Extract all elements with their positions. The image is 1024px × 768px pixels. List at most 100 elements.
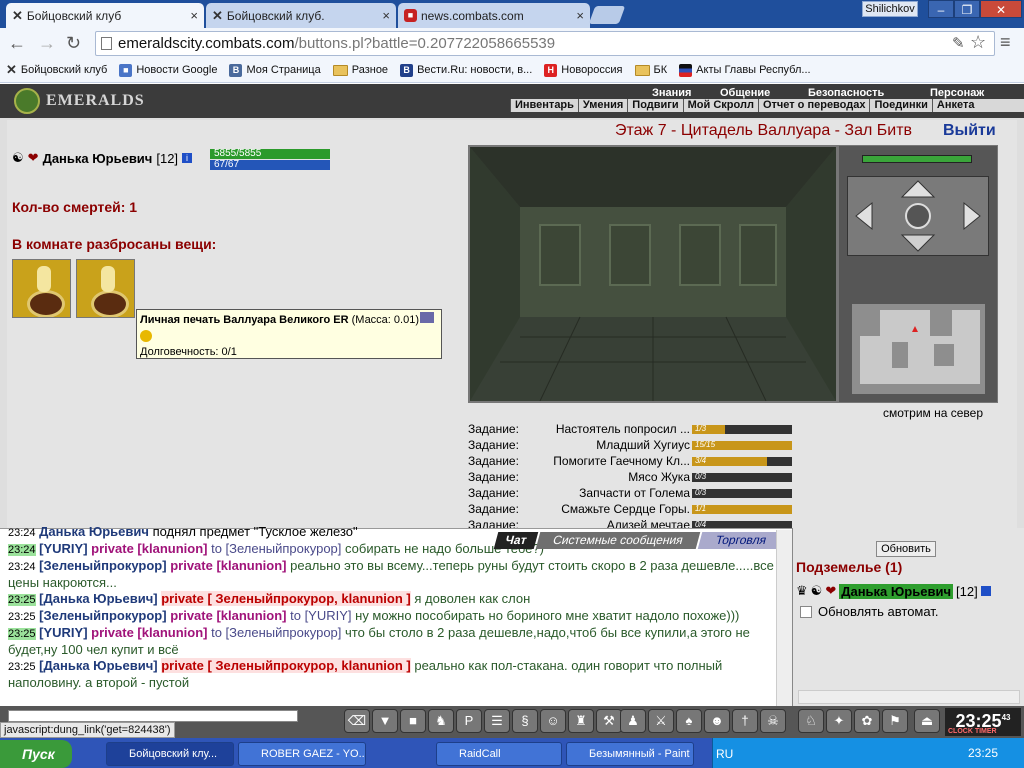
bookmark-combats[interactable]: ✕ Бойцовский клуб <box>6 62 107 78</box>
submenu-battles[interactable]: Поединки <box>869 99 931 112</box>
member-name[interactable]: Данька Юрьевич <box>839 583 954 599</box>
save-icon[interactable]: ■ <box>400 709 426 733</box>
language-indicator[interactable]: RU <box>716 747 733 761</box>
submenu-profile[interactable]: Анкета <box>931 99 979 112</box>
bookmark-acts[interactable]: Акты Главы Республ... <box>679 63 811 77</box>
reload-icon[interactable]: ↻ <box>66 33 81 54</box>
exit-icon[interactable]: ⏏ <box>914 709 940 733</box>
skull-icon[interactable]: ☠ <box>760 709 786 733</box>
eraser-icon[interactable]: ⌫ <box>344 709 370 733</box>
message-author[interactable]: [Зеленыйпрокурор] <box>39 558 166 573</box>
chat-scrollbar[interactable] <box>776 530 792 706</box>
profile-name[interactable]: Shilichkov <box>862 1 918 17</box>
taskbar-item-raidcall[interactable]: RaidCall <box>436 742 562 766</box>
message-author[interactable]: Данька Юрьевич <box>39 524 149 539</box>
forward-icon[interactable]: → <box>38 33 56 54</box>
close-icon[interactable]: × <box>190 8 198 23</box>
chat-input[interactable] <box>8 710 298 722</box>
back-icon[interactable]: ← <box>8 33 26 54</box>
refresh-button[interactable]: Обновить <box>876 541 936 557</box>
rune-icon[interactable]: ✦ <box>826 709 852 733</box>
menu-security[interactable]: Безопасность <box>808 87 884 99</box>
logout-link[interactable]: Выйти <box>943 122 996 140</box>
bookmark-vesti[interactable]: B Вести.Ru: новости, в... <box>400 63 532 77</box>
wrench-icon[interactable]: ✎ <box>952 34 965 52</box>
helmet-icon[interactable]: ♜ <box>568 709 594 733</box>
submenu-transfers[interactable]: Отчет о переводах <box>757 99 870 112</box>
message-author[interactable]: [Зеленыйпрокурор] <box>39 608 166 623</box>
bookmark-folder-misc[interactable]: Разное <box>332 64 388 76</box>
message-author[interactable]: [YURIY] <box>39 625 87 640</box>
quest-row[interactable]: Задание: Младший Хугиус 15/15 <box>468 438 798 453</box>
bookmark-novorossia[interactable]: H Новороссия <box>544 63 623 77</box>
paw-icon[interactable]: ✿ <box>854 709 880 733</box>
private-channel[interactable]: private [klanunion] <box>91 541 207 556</box>
tab-chat[interactable]: Чат <box>493 532 539 549</box>
private-channel[interactable]: private [klanunion] <box>170 558 286 573</box>
bookmark-folder-bk[interactable]: БК <box>634 64 667 76</box>
quest-row[interactable]: Задание: Запчасти от Голема 0/3 <box>468 486 798 501</box>
movement-compass[interactable] <box>847 176 989 256</box>
player-name[interactable]: Данька Юрьевич <box>43 151 153 166</box>
private-icon[interactable]: P <box>456 709 482 733</box>
bookmark-google-news[interactable]: ■ Новости Google <box>119 63 217 77</box>
message-author[interactable]: [YURIY] <box>39 541 87 556</box>
start-button[interactable]: Пуск <box>0 740 72 768</box>
star-icon[interactable]: ☆ <box>970 32 986 53</box>
close-icon[interactable]: × <box>576 8 584 23</box>
message-recipient[interactable]: to [YURIY] <box>287 608 351 623</box>
submenu-skills[interactable]: Умения <box>577 99 627 112</box>
info-icon[interactable]: i <box>182 153 193 163</box>
taskbar-item-youtube[interactable]: ROBER GAEZ - YO... <box>238 742 366 766</box>
quest-row[interactable]: Задание: Настоятель попросил ... 1/3 <box>468 422 798 437</box>
private-channel[interactable]: private [ Зеленыйпрокурор, klanunion ] <box>161 658 411 673</box>
tab-system-messages[interactable]: Системные сообщения <box>535 532 701 549</box>
beast-icon[interactable]: ♘ <box>798 709 824 733</box>
seal-item-2[interactable] <box>76 259 135 318</box>
filter-icon[interactable]: ▼ <box>372 709 398 733</box>
private-channel[interactable]: private [klanunion] <box>91 625 207 640</box>
monk-icon[interactable]: ♟ <box>620 709 646 733</box>
address-bar[interactable]: emeraldscity.combats.com/buttons.pl?batt… <box>95 31 995 56</box>
menu-communication[interactable]: Общение <box>720 87 770 99</box>
auto-refresh-checkbox[interactable] <box>800 605 812 618</box>
bookmark-vk[interactable]: B Моя Страница <box>229 63 321 77</box>
message-author[interactable]: [Данька Юрьевич] <box>39 658 157 673</box>
tools-icon[interactable]: ⚒ <box>596 709 622 733</box>
quest-row[interactable]: Задание: Мясо Жука 0/3 <box>468 470 798 485</box>
smile-icon[interactable]: ☺ <box>540 709 566 733</box>
side-scrollbar[interactable] <box>798 690 1020 704</box>
window-close-button[interactable]: ✕ <box>980 0 1022 18</box>
info-icon[interactable] <box>980 586 991 596</box>
tab-combats-2[interactable]: ✕ Бойцовский клуб. × <box>206 3 396 28</box>
private-channel[interactable]: private [klanunion] <box>170 608 286 623</box>
menu-icon[interactable]: ≡ <box>1000 32 1011 53</box>
maximize-button[interactable]: ❐ <box>954 0 980 18</box>
submenu-achievements[interactable]: Подвиги <box>627 99 682 112</box>
close-icon[interactable]: × <box>382 8 390 23</box>
message-recipient[interactable]: to [Зеленыйпрокурор] <box>207 625 341 640</box>
bag-icon[interactable]: ♠ <box>676 709 702 733</box>
weapon-icon[interactable]: † <box>732 709 758 733</box>
menu-knowledge[interactable]: Знания <box>652 87 691 99</box>
submenu-inventory[interactable]: Инвентарь <box>510 99 578 112</box>
taskbar-item-chrome[interactable]: Бойцовский клу... <box>106 742 234 766</box>
scroll-icon[interactable]: § <box>512 709 538 733</box>
submenu-my-scroll[interactable]: Мой Скролл <box>682 99 758 112</box>
seal-item-1[interactable] <box>12 259 71 318</box>
menu-character[interactable]: Персонаж <box>930 87 984 99</box>
taskbar-item-paint[interactable]: Безымянный - Paint <box>566 742 694 766</box>
auto-refresh-option[interactable]: Обновлять автомат. <box>800 604 938 619</box>
tab-combats-1[interactable]: ✕ Бойцовский клуб × <box>6 3 204 28</box>
message-recipient[interactable]: to [Зеленыйпрокурор] <box>207 541 341 556</box>
flag-icon[interactable]: ⚑ <box>882 709 908 733</box>
minimize-button[interactable]: – <box>928 0 954 18</box>
private-channel[interactable]: private [ Зеленыйпрокурор, klanunion ] <box>161 591 411 606</box>
message-author[interactable]: [Данька Юрьевич] <box>39 591 157 606</box>
ladder-icon[interactable]: ♞ <box>428 709 454 733</box>
quest-row[interactable]: Задание: Помогите Гаечному Кл... 3/4 <box>468 454 798 469</box>
clan-list-icon[interactable]: ☰ <box>484 709 510 733</box>
tab-trade[interactable]: Торговля <box>697 532 785 549</box>
sword-icon[interactable]: ⚔ <box>648 709 674 733</box>
tray-clock[interactable]: 23:25 <box>968 746 998 760</box>
